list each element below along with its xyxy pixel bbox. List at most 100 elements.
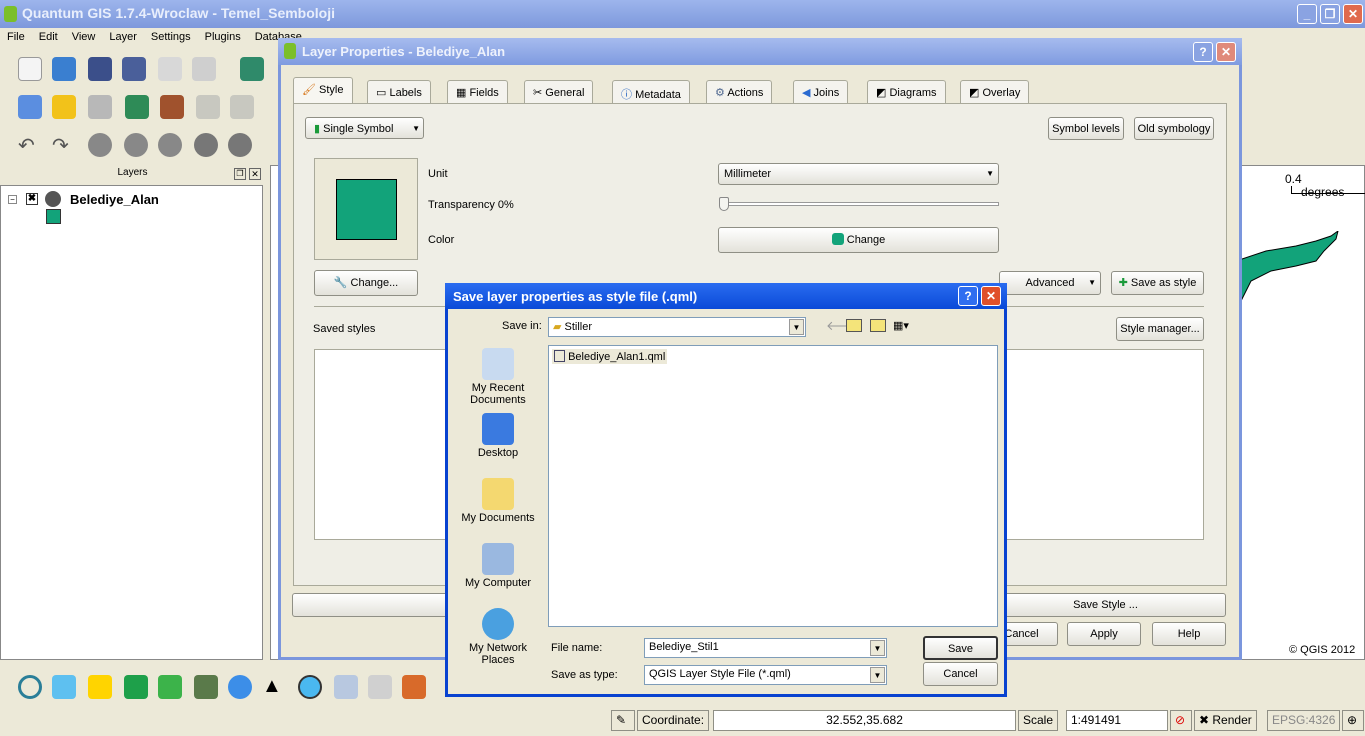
menu-view[interactable]: View [65,28,103,46]
transparency-slider-handle[interactable] [719,197,729,211]
minimize-button[interactable]: _ [1297,4,1317,24]
delete-part-icon[interactable] [228,133,252,157]
add-island-icon[interactable] [158,133,182,157]
float-panel-icon[interactable]: ❐ [234,168,246,180]
file-list[interactable]: Belediye_Alan1.qml [548,345,998,627]
add-vector-icon[interactable] [240,57,264,81]
new-layer-icon[interactable] [52,95,76,119]
menu-settings[interactable]: Settings [144,28,198,46]
render-toggle[interactable]: ✖ Render [1194,710,1257,731]
oracle-icon[interactable] [402,675,426,699]
layers-tree[interactable]: − ✖ Belediye_Alan [0,185,263,660]
maximize-button[interactable]: ❐ [1320,4,1340,24]
place-network-places[interactable]: My Network Places [455,608,541,666]
tab-actions[interactable]: ⚙ Actions [706,80,773,104]
add-postgis-icon[interactable] [160,95,184,119]
add-raster-icon[interactable] [125,95,149,119]
change-symbol-button[interactable]: 🔧 Change... [314,270,418,296]
layer-name[interactable]: Belediye_Alan [70,192,159,207]
spit-icon[interactable] [334,675,358,699]
add-wms-icon[interactable] [196,95,220,119]
render-checkbox[interactable]: ✖ [1199,713,1212,727]
interpolation-icon[interactable] [158,675,182,699]
menu-plugins[interactable]: Plugins [198,28,248,46]
file-name-input[interactable]: Belediye_Stil1 ▼ [644,638,887,658]
tab-diagrams[interactable]: ◩ Diagrams [867,80,946,104]
save-in-select[interactable]: ▰ Stiller ▼ [548,317,806,337]
copyright-plugin-icon[interactable] [18,675,42,699]
raster-icon[interactable] [194,675,218,699]
menu-file[interactable]: File [0,28,32,46]
add-ring-icon[interactable] [124,133,148,157]
add-layer-icon[interactable] [18,95,42,119]
close-dialog-button[interactable]: ✕ [1216,42,1236,62]
renderer-select[interactable]: ▮ Single Symbol ▼ [305,117,424,139]
close-panel-icon[interactable]: ✕ [249,168,261,180]
place-my-computer[interactable]: My Computer [455,543,541,589]
open-project-icon[interactable] [52,57,76,81]
place-recent-documents[interactable]: My Recent Documents [455,348,541,406]
help-title-button[interactable]: ? [1193,42,1213,62]
coordinate-field[interactable]: 32.552,35.682 [713,710,1016,731]
messages-icon[interactable]: ✎ [611,710,635,731]
qml-file-icon [554,350,565,362]
tab-overlay[interactable]: ◩ Overlay [960,80,1030,104]
layer-visibility-checkbox[interactable]: ✖ [26,193,38,205]
cancel-button[interactable]: Cancel [923,662,998,686]
dxf2shp-icon[interactable] [88,675,112,699]
tab-general[interactable]: ✂ General [524,80,594,104]
place-my-documents[interactable]: My Documents [455,478,541,524]
tab-metadata[interactable]: ⓘ Metadata [612,80,690,104]
collapse-icon[interactable]: − [8,195,17,204]
upload-icon[interactable] [368,675,392,699]
color-change-button[interactable]: Change [718,227,999,253]
new-folder-icon[interactable] [870,319,886,332]
gps-icon[interactable] [52,675,76,699]
histogram-icon[interactable]: ▲ [262,675,286,699]
menu-layer[interactable]: Layer [102,28,144,46]
save-as-icon[interactable] [122,57,146,81]
remove-layer-icon[interactable] [88,95,112,119]
save-as-type-select[interactable]: QGIS Layer Style File (*.qml) ▼ [644,665,887,685]
georeferencer-icon[interactable] [124,675,148,699]
new-project-icon[interactable] [18,57,42,81]
place-desktop[interactable]: Desktop [455,413,541,459]
print-composer-icon[interactable] [158,57,182,81]
undo-icon[interactable]: ↶ [18,133,42,157]
advanced-button[interactable]: Advanced ▼ [999,271,1101,295]
crs-button[interactable]: EPSG:4326 [1267,710,1341,731]
tab-fields[interactable]: ▦ Fields [447,80,508,104]
tab-joins[interactable]: ◀ Joins [793,80,849,104]
old-symbology-button[interactable]: Old symbology [1134,117,1214,140]
help-button[interactable]: Help [1152,622,1226,646]
symbol-levels-button[interactable]: Symbol levels [1048,117,1124,140]
transparency-slider[interactable] [720,202,999,206]
apply-button[interactable]: Apply [1067,622,1141,646]
file-item[interactable]: Belediye_Alan1.qml [552,349,668,364]
menu-edit[interactable]: Edit [32,28,65,46]
tab-labels[interactable]: ▭ Labels [367,80,431,104]
wfs-icon[interactable] [228,675,252,699]
digitize-icon[interactable] [230,95,254,119]
unit-select[interactable]: Millimeter ▼ [718,163,999,185]
redo-icon[interactable]: ↷ [52,133,76,157]
style-manager-button[interactable]: Style manager... [1116,317,1204,341]
tab-style[interactable]: 🖌 Style [293,77,353,104]
help-title-button[interactable]: ? [958,286,978,306]
close-button[interactable]: ✕ [1343,4,1363,24]
projection-icon[interactable]: ⊕ [1342,710,1364,731]
simplify-icon[interactable] [88,133,112,157]
view-menu-icon[interactable]: ▦▾ [893,319,917,332]
print-icon[interactable] [192,57,216,81]
stop-render-icon[interactable]: ⊘ [1170,710,1192,731]
tab-label: Actions [727,87,764,99]
save-as-style-button[interactable]: ✚ Save as style [1111,271,1204,295]
save-style-button[interactable]: Save Style ... [985,593,1226,617]
north-arrow-icon[interactable] [298,675,322,699]
scale-field[interactable]: 1:491491 [1066,710,1168,731]
delete-ring-icon[interactable] [194,133,218,157]
up-folder-icon[interactable] [846,319,862,332]
save-button[interactable]: Save [923,636,998,660]
close-dialog-button[interactable]: ✕ [981,286,1001,306]
save-project-icon[interactable] [88,57,112,81]
